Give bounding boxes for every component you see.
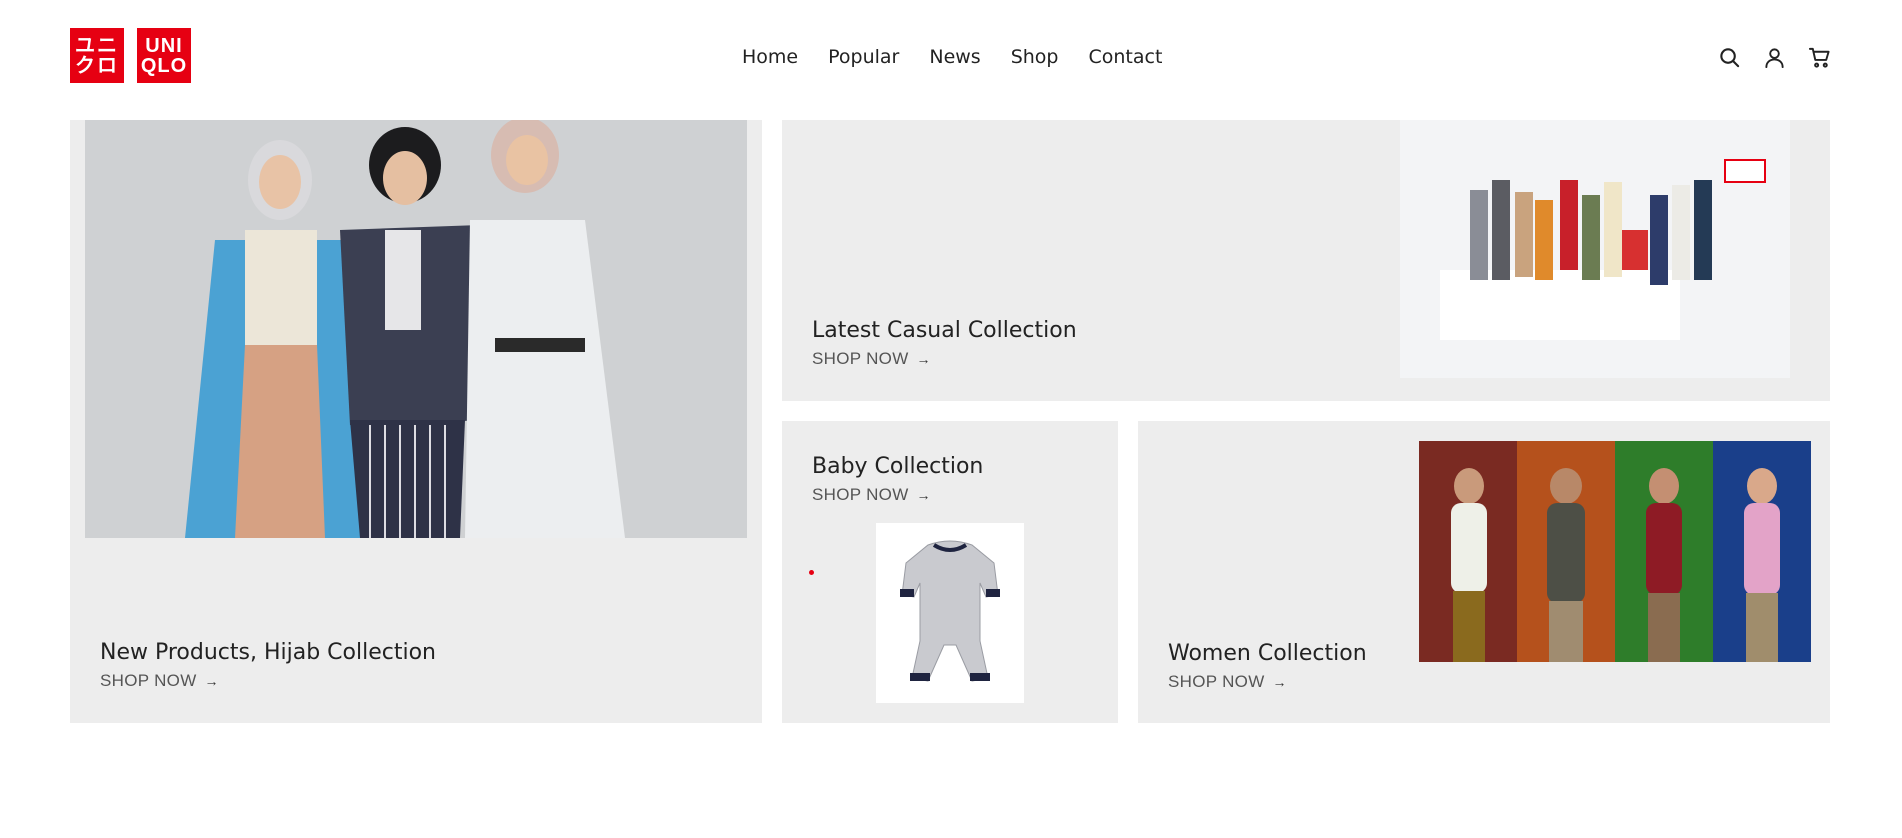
women-collection-photo [1419, 441, 1811, 662]
logo-katakana-bottom: クロ [75, 54, 119, 77]
tile-casual-shop-now[interactable]: SHOP NOW → [812, 349, 931, 369]
tile-baby-shop-now[interactable]: SHOP NOW → [812, 485, 931, 505]
header-actions [1718, 46, 1831, 69]
casual-collection-photo [1400, 120, 1790, 378]
nav-popular[interactable]: Popular [828, 46, 899, 68]
hijab-collection-photo [85, 120, 747, 538]
logo-latin-bottom: QLO [140, 54, 188, 77]
tile-women-shop-now[interactable]: SHOP NOW → [1168, 672, 1287, 692]
tile-hijab-collection[interactable]: New Products, Hijab Collection SHOP NOW … [70, 120, 762, 723]
logo-katakana-top: ユニ [75, 34, 119, 57]
tile-casual-title: Latest Casual Collection [812, 318, 1077, 343]
user-icon[interactable] [1763, 46, 1786, 69]
tile-women-title: Women Collection [1168, 641, 1367, 666]
brand-logo-katakana[interactable]: ユニ クロ [70, 28, 124, 83]
tile-casual-collection[interactable]: Latest Casual Collection SHOP NOW → [782, 120, 1830, 401]
tile-hijab-title: New Products, Hijab Collection [100, 640, 436, 665]
nav-contact[interactable]: Contact [1089, 46, 1163, 68]
arrow-right-icon: → [916, 487, 931, 503]
search-icon[interactable] [1718, 46, 1741, 69]
red-dot-marker [809, 570, 814, 575]
arrow-right-icon: → [1272, 674, 1287, 690]
nav-shop[interactable]: Shop [1011, 46, 1059, 68]
arrow-right-icon: → [204, 673, 219, 689]
shop-now-label: SHOP NOW [100, 671, 197, 690]
arrow-right-icon: → [916, 351, 931, 367]
shop-now-label: SHOP NOW [1168, 672, 1265, 691]
tile-hijab-shop-now[interactable]: SHOP NOW → [100, 671, 219, 691]
shop-now-label: SHOP NOW [812, 349, 909, 368]
shop-now-label: SHOP NOW [812, 485, 909, 504]
site-header: ユニ クロ UNI QLO Home Popular News Shop Con… [0, 0, 1902, 120]
tile-women-collection[interactable]: Women Collection SHOP NOW → [1138, 421, 1830, 723]
logo-latin-top: UNI [145, 34, 183, 57]
cart-icon[interactable] [1808, 46, 1831, 69]
tile-baby-collection[interactable]: Baby Collection SHOP NOW → [782, 421, 1118, 723]
brand-logo-latin[interactable]: UNI QLO [137, 28, 191, 83]
main-nav: Home Popular News Shop Contact [742, 46, 1162, 68]
nav-news[interactable]: News [929, 46, 980, 68]
nav-home[interactable]: Home [742, 46, 798, 68]
baby-romper-photo [876, 523, 1024, 703]
tile-baby-title: Baby Collection [812, 454, 984, 479]
